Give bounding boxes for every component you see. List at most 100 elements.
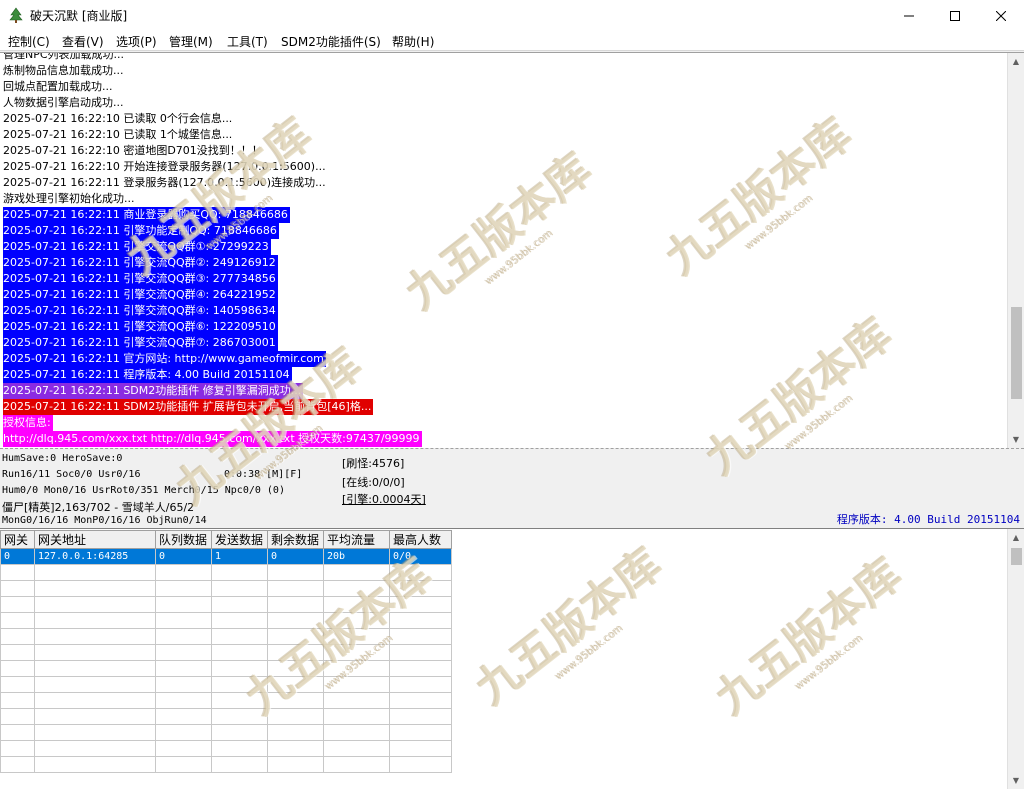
gateway-grid[interactable]: 网关 网关地址 队列数据 发送数据 剩余数据 平均流量 最高人数 0 127.0… (0, 528, 1024, 789)
table-row-empty[interactable] (0, 740, 452, 757)
grid-scrollbar[interactable]: ▲ ▼ (1007, 529, 1024, 789)
table-row-empty[interactable] (0, 628, 452, 645)
column-header[interactable]: 最高人数 (389, 530, 452, 549)
table-cell (323, 740, 390, 757)
table-cell: 0 (0, 548, 35, 565)
table-cell (155, 596, 212, 613)
column-header[interactable]: 队列数据 (155, 530, 212, 549)
table-row-empty[interactable] (0, 676, 452, 693)
menu-control[interactable]: 控制(C) (8, 33, 50, 50)
table-row-empty[interactable] (0, 724, 452, 741)
table-cell (389, 564, 452, 581)
log-line-highlight: 2025-07-21 16:22:11 引擎交流QQ群⑥: 122209510 (3, 319, 278, 335)
menu-sdm2-plugins[interactable]: SDM2功能插件(S) (281, 33, 381, 50)
maximize-button[interactable] (932, 0, 978, 31)
table-cell (34, 724, 156, 741)
log-line-highlight: 2025-07-21 16:22:11 SDM2功能插件 扩展背包未开启,当前背… (3, 399, 374, 415)
table-cell (267, 756, 324, 773)
menu-tools[interactable]: 工具(T) (227, 33, 268, 50)
table-cell (155, 708, 212, 725)
column-header[interactable]: 发送数据 (211, 530, 268, 549)
table-cell (323, 628, 390, 645)
scrollbar-thumb[interactable] (1011, 548, 1022, 565)
table-row-empty[interactable] (0, 756, 452, 773)
column-header[interactable]: 剩余数据 (267, 530, 324, 549)
tree-icon (9, 7, 23, 23)
engine-days: [引擎:0.0004天] (342, 493, 426, 506)
log-panel[interactable]: 管理NPC列表加载成功... 炼制物品信息加载成功... 回城点配置加载成功..… (0, 52, 1024, 448)
table-cell (0, 756, 35, 773)
table-cell (323, 692, 390, 709)
table-row-empty[interactable] (0, 644, 452, 661)
table-row-empty[interactable] (0, 564, 452, 581)
scroll-down-icon[interactable]: ▼ (1008, 431, 1024, 448)
table-cell: 0 (155, 548, 212, 565)
table-cell: 1 (211, 548, 268, 565)
table-cell (0, 612, 35, 629)
log-line: 游戏处理引擎初始化成功... (3, 192, 135, 205)
table-row-empty[interactable] (0, 596, 452, 613)
table-row-empty[interactable] (0, 660, 452, 677)
table-cell (211, 644, 268, 661)
table-cell (323, 644, 390, 661)
table-row-empty[interactable] (0, 612, 452, 629)
table-cell (323, 612, 390, 629)
table-row-empty[interactable] (0, 692, 452, 709)
table-cell (267, 676, 324, 693)
scroll-down-icon[interactable]: ▼ (1008, 772, 1024, 789)
table-row[interactable]: 0 127.0.0.1:64285 0 1 0 20b 0/0 (0, 548, 452, 565)
table-row-empty[interactable] (0, 580, 452, 597)
menu-bar: 控制(C) 查看(V) 选项(P) 管理(M) 工具(T) SDM2功能插件(S… (0, 31, 1024, 51)
table-cell (389, 628, 452, 645)
table-cell (0, 724, 35, 741)
table-cell (155, 644, 212, 661)
scroll-up-icon[interactable]: ▲ (1008, 529, 1024, 546)
scrollbar-thumb[interactable] (1011, 307, 1022, 399)
gateway-table: 网关 网关地址 队列数据 发送数据 剩余数据 平均流量 最高人数 0 127.0… (0, 530, 452, 773)
table-cell (323, 596, 390, 613)
table-cell (0, 564, 35, 581)
menu-manage[interactable]: 管理(M) (169, 33, 213, 50)
table-cell (211, 596, 268, 613)
column-header[interactable]: 网关地址 (34, 530, 156, 549)
table-cell (34, 692, 156, 709)
log-line-highlight: 2025-07-21 16:22:11 引擎交流QQ群④: 264221952 (3, 287, 278, 303)
close-button[interactable] (978, 0, 1024, 31)
table-cell (323, 660, 390, 677)
table-cell (323, 676, 390, 693)
minimize-button[interactable] (886, 0, 932, 31)
table-cell (155, 564, 212, 581)
table-cell: 127.0.0.1:64285 (34, 548, 156, 565)
table-cell (34, 628, 156, 645)
table-cell (34, 596, 156, 613)
log-line-highlight: 2025-07-21 16:22:11 引擎交流QQ群②: 249126912 (3, 255, 278, 271)
column-header[interactable]: 网关 (0, 530, 35, 549)
table-cell (389, 676, 452, 693)
log-line: 2025-07-21 16:22:10 已读取 1个城堡信息... (3, 128, 233, 141)
version-label: 程序版本: 4.00 Build 20151104 (836, 513, 1020, 526)
table-cell (155, 676, 212, 693)
log-scrollbar[interactable]: ▲ ▼ (1007, 53, 1024, 448)
log-line-highlight: 授权信息: (3, 415, 53, 431)
table-cell (389, 724, 452, 741)
table-cell (155, 756, 212, 773)
table-cell (155, 692, 212, 709)
column-header[interactable]: 平均流量 (323, 530, 390, 549)
table-cell (323, 756, 390, 773)
table-cell (155, 724, 212, 741)
table-cell (267, 708, 324, 725)
menu-view[interactable]: 查看(V) (62, 33, 104, 50)
table-cell: 0 (267, 548, 324, 565)
table-cell (267, 660, 324, 677)
scroll-up-icon[interactable]: ▲ (1008, 53, 1024, 70)
hum-status: Hum0/0 Mon0/16 UsrRot0/351 Merch0/15 Npc… (2, 485, 285, 496)
minimize-icon (904, 15, 914, 16)
table-cell (267, 724, 324, 741)
table-row-empty[interactable] (0, 708, 452, 725)
menu-help[interactable]: 帮助(H) (392, 33, 434, 50)
table-cell (0, 740, 35, 757)
table-cell (0, 708, 35, 725)
online-count: [在线:0/0/0] (342, 476, 405, 489)
log-line: 炼制物品信息加载成功... (3, 64, 124, 77)
menu-options[interactable]: 选项(P) (116, 33, 157, 50)
